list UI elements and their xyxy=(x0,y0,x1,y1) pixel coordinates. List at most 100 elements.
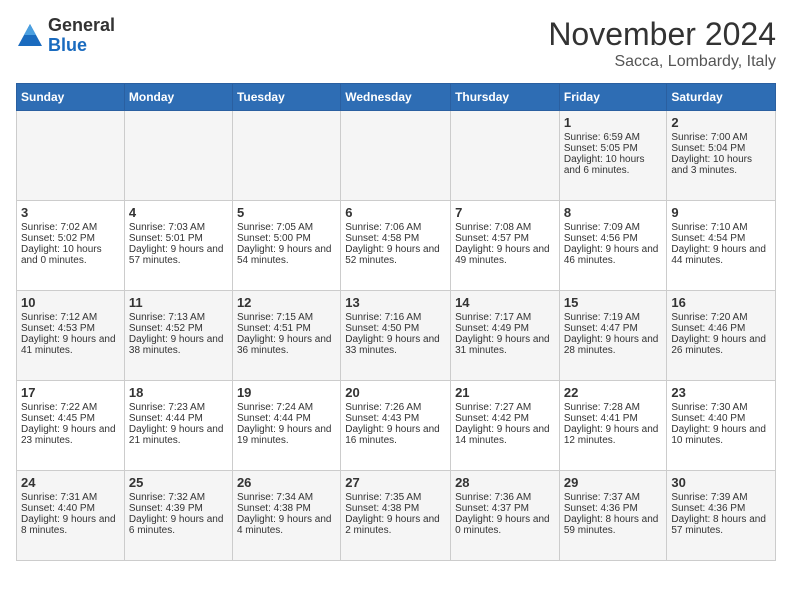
location-text: Sacca, Lombardy, Italy xyxy=(548,53,776,71)
day-info-line: Sunset: 4:36 PM xyxy=(671,503,771,514)
day-info-line: Sunset: 4:39 PM xyxy=(129,503,228,514)
day-number: 10 xyxy=(21,295,120,310)
weekday-header-monday: Monday xyxy=(124,84,232,111)
day-info-line: Sunrise: 7:00 AM xyxy=(671,132,771,143)
day-number: 24 xyxy=(21,475,120,490)
calendar-cell: 25Sunrise: 7:32 AMSunset: 4:39 PMDayligh… xyxy=(124,471,232,561)
day-info-line: Sunset: 4:58 PM xyxy=(345,233,446,244)
logo: General Blue xyxy=(16,16,115,56)
calendar-cell xyxy=(124,111,232,201)
day-info-line: Sunset: 5:00 PM xyxy=(237,233,336,244)
day-info-line: Sunset: 4:40 PM xyxy=(671,413,771,424)
logo-icon xyxy=(16,22,44,50)
calendar-cell: 22Sunrise: 7:28 AMSunset: 4:41 PMDayligh… xyxy=(559,381,667,471)
calendar-cell: 19Sunrise: 7:24 AMSunset: 4:44 PMDayligh… xyxy=(232,381,340,471)
day-number: 7 xyxy=(455,205,555,220)
day-info-line: Daylight: 9 hours and 44 minutes. xyxy=(671,244,771,266)
day-info-line: Sunrise: 7:34 AM xyxy=(237,492,336,503)
calendar-week-row: 24 Sunrise: 7:31 AMSunset: 4:40 PM Dayligh… xyxy=(17,471,776,561)
day-info-line: Sunset: 4:38 PM xyxy=(345,503,446,514)
calendar-cell xyxy=(451,111,560,201)
page-header: General Blue November 2024 Sacca, Lombar… xyxy=(16,16,776,71)
day-number: 16 xyxy=(671,295,771,310)
day-info-line: Sunrise: 7:28 AM xyxy=(564,402,663,413)
calendar-cell: 30Sunrise: 7:39 AMSunset: 4:36 PMDayligh… xyxy=(667,471,776,561)
day-number: 20 xyxy=(345,385,446,400)
day-info-line: Sunset: 4:49 PM xyxy=(455,323,555,334)
day-info-line: Daylight: 9 hours and 6 minutes. xyxy=(129,514,228,536)
day-info-line: Sunset: 5:02 PM xyxy=(21,233,120,244)
day-info-line: Daylight: 9 hours and 54 minutes. xyxy=(237,244,336,266)
calendar-cell xyxy=(17,111,125,201)
day-info-line: Daylight: 10 hours and 6 minutes. xyxy=(564,154,663,176)
day-info-line: Sunset: 4:42 PM xyxy=(455,413,555,424)
calendar-cell: 2Sunrise: 7:00 AMSunset: 5:04 PMDaylight… xyxy=(667,111,776,201)
calendar-cell: 17Sunrise: 7:22 AMSunset: 4:45 PMDayligh… xyxy=(17,381,125,471)
day-info-line: Sunset: 4:47 PM xyxy=(564,323,663,334)
calendar-cell: 3Sunrise: 7:02 AMSunset: 5:02 PMDaylight… xyxy=(17,201,125,291)
day-info-line: Sunrise: 7:23 AM xyxy=(129,402,228,413)
logo-general-text: General xyxy=(48,15,115,35)
day-info-line: Sunrise: 7:24 AM xyxy=(237,402,336,413)
day-info-line: Sunrise: 7:26 AM xyxy=(345,402,446,413)
day-info-line: Sunrise: 7:37 AM xyxy=(564,492,663,503)
day-info-line: Sunset: 5:05 PM xyxy=(564,143,663,154)
day-info-line: Sunset: 5:04 PM xyxy=(671,143,771,154)
day-info-line: Sunrise: 7:16 AM xyxy=(345,312,446,323)
day-info-line: Sunset: 4:44 PM xyxy=(129,413,228,424)
day-info-line: Sunrise: 7:22 AM xyxy=(21,402,120,413)
day-info-line: Daylight: 9 hours and 16 minutes. xyxy=(345,424,446,446)
calendar-week-row: 1Sunrise: 6:59 AMSunset: 5:05 PMDaylight… xyxy=(17,111,776,201)
day-number: 28 xyxy=(455,475,555,490)
calendar-cell: 7Sunrise: 7:08 AMSunset: 4:57 PMDaylight… xyxy=(451,201,560,291)
calendar-cell: 9Sunrise: 7:10 AMSunset: 4:54 PMDaylight… xyxy=(667,201,776,291)
day-number: 30 xyxy=(671,475,771,490)
day-number: 17 xyxy=(21,385,120,400)
day-info-line: Sunrise: 7:02 AM xyxy=(21,222,120,233)
day-info-line: Sunset: 4:40 PM xyxy=(21,503,120,514)
day-info-line: Sunrise: 7:30 AM xyxy=(671,402,771,413)
logo-text: General Blue xyxy=(48,16,115,56)
day-number: 18 xyxy=(129,385,228,400)
day-info-line: Daylight: 9 hours and 14 minutes. xyxy=(455,424,555,446)
title-block: November 2024 Sacca, Lombardy, Italy xyxy=(548,16,776,71)
day-number: 6 xyxy=(345,205,446,220)
calendar-cell: 16Sunrise: 7:20 AMSunset: 4:46 PMDayligh… xyxy=(667,291,776,381)
calendar-cell: 27Sunrise: 7:35 AMSunset: 4:38 PMDayligh… xyxy=(341,471,451,561)
calendar-cell xyxy=(232,111,340,201)
day-number: 9 xyxy=(671,205,771,220)
logo-blue-text: Blue xyxy=(48,35,87,55)
month-title: November 2024 xyxy=(548,16,776,53)
day-info-line: Sunrise: 7:36 AM xyxy=(455,492,555,503)
weekday-header-friday: Friday xyxy=(559,84,667,111)
day-info-line: Daylight: 8 hours and 59 minutes. xyxy=(564,514,663,536)
day-number: 5 xyxy=(237,205,336,220)
day-number: 2 xyxy=(671,115,771,130)
day-info-line: Daylight: 9 hours and 12 minutes. xyxy=(564,424,663,446)
calendar-cell: 6Sunrise: 7:06 AMSunset: 4:58 PMDaylight… xyxy=(341,201,451,291)
day-info-line: Daylight: 9 hours and 36 minutes. xyxy=(237,334,336,356)
day-number: 21 xyxy=(455,385,555,400)
day-info-line: Daylight: 9 hours and 2 minutes. xyxy=(345,514,446,536)
day-info-line: Daylight: 9 hours and 19 minutes. xyxy=(237,424,336,446)
day-number: 3 xyxy=(21,205,120,220)
day-info-line: Sunset: 4:56 PM xyxy=(564,233,663,244)
calendar-cell: 5Sunrise: 7:05 AMSunset: 5:00 PMDaylight… xyxy=(232,201,340,291)
calendar-cell xyxy=(341,111,451,201)
day-info-line: Daylight: 9 hours and 31 minutes. xyxy=(455,334,555,356)
calendar-table: SundayMondayTuesdayWednesdayThursdayFrid… xyxy=(16,83,776,561)
day-info-line: Sunrise: 7:09 AM xyxy=(564,222,663,233)
day-info-line: Sunrise: 7:03 AM xyxy=(129,222,228,233)
day-number: 23 xyxy=(671,385,771,400)
day-info-line: Sunset: 4:38 PM xyxy=(237,503,336,514)
day-info-line: Sunrise: 7:06 AM xyxy=(345,222,446,233)
day-info-line: Sunset: 4:45 PM xyxy=(21,413,120,424)
day-info-line: Daylight: 9 hours and 26 minutes. xyxy=(671,334,771,356)
calendar-cell: 12Sunrise: 7:15 AMSunset: 4:51 PMDayligh… xyxy=(232,291,340,381)
day-info-line: Sunrise: 7:31 AM xyxy=(21,492,120,503)
day-number: 13 xyxy=(345,295,446,310)
day-info-line: Sunset: 4:36 PM xyxy=(564,503,663,514)
calendar-week-row: 3 Sunrise: 7:02 AMSunset: 5:02 PM Daylight… xyxy=(17,201,776,291)
day-info-line: Sunset: 4:52 PM xyxy=(129,323,228,334)
weekday-header-wednesday: Wednesday xyxy=(341,84,451,111)
